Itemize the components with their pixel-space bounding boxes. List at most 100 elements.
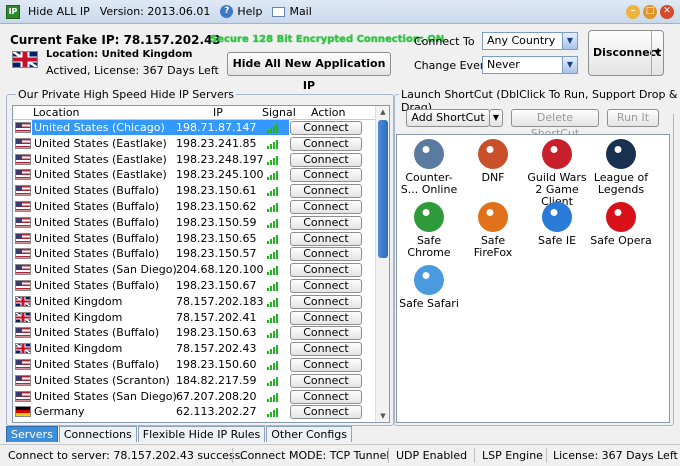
row-location: United States (Buffalo) — [34, 357, 160, 371]
row-location: United States (Buffalo) — [34, 247, 160, 261]
license-text: Actived, License: 367 Days Left — [46, 64, 219, 77]
connect-button[interactable]: Connect — [290, 184, 362, 199]
connect-button[interactable]: Connect — [290, 231, 362, 246]
signal-icon — [267, 186, 281, 197]
shortcut-item[interactable]: DNF — [461, 139, 525, 184]
table-row[interactable]: United States (Buffalo) 198.23.150.61 Conn… — [13, 183, 375, 199]
help-link[interactable]: ? Help — [220, 5, 262, 18]
us-flag-icon — [15, 279, 31, 291]
maximize-button[interactable]: □ — [643, 5, 657, 19]
col-location[interactable]: Location — [33, 106, 80, 119]
delete-shortcut-button[interactable]: Delete ShortCut — [511, 109, 599, 140]
app-title: Hide ALL IP — [28, 5, 90, 18]
shortcut-item[interactable]: Counter-S... Online — [397, 139, 461, 196]
connect-button[interactable]: Connect — [290, 294, 362, 309]
table-row[interactable]: United States (Chicago) 198.71.87.147 Conn… — [13, 120, 375, 136]
table-row[interactable]: United Kingdom 78.157.202.41 Connect — [13, 310, 375, 326]
table-row[interactable]: United States (Buffalo) 198.23.150.63 Conn… — [13, 325, 375, 341]
tab-connections[interactable]: Connections — [58, 426, 137, 442]
col-signal[interactable]: Signal — [262, 106, 296, 119]
chevron-down-icon[interactable]: ▼ — [651, 31, 663, 75]
table-row[interactable]: United States (San Diego) 204.68.120.100 C… — [13, 262, 375, 278]
connect-button[interactable]: Connect — [290, 136, 362, 151]
table-row[interactable]: United States (Scranton) 184.82.217.59 Con… — [13, 373, 375, 389]
col-action[interactable]: Action — [311, 106, 345, 119]
status-bar: Connect to server: 78.157.202.43 success… — [0, 444, 680, 466]
col-ip[interactable]: IP — [213, 106, 223, 119]
shortcut-item[interactable]: Safe Chrome — [397, 202, 461, 259]
shortcut-label: Safe IE — [537, 234, 577, 247]
connect-button[interactable]: Connect — [290, 405, 362, 420]
scroll-down-icon[interactable]: ▼ — [376, 410, 389, 422]
connect-button[interactable]: Connect — [290, 247, 362, 262]
hide-all-app-ip-button[interactable]: Hide All New Application IP — [227, 52, 391, 92]
connect-button[interactable]: Connect — [290, 373, 362, 388]
add-shortcut-dropdown-icon[interactable]: ▼ — [489, 109, 503, 127]
table-row[interactable]: United States (Buffalo) 198.23.150.62 Conn… — [13, 199, 375, 215]
close-button[interactable]: ✕ — [660, 5, 674, 19]
server-scrollbar[interactable]: ▲ ▼ — [375, 106, 389, 422]
shortcut-label: Counter-S... Online — [400, 171, 458, 196]
connect-button[interactable]: Connect — [290, 278, 362, 293]
connect-button[interactable]: Connect — [290, 215, 362, 230]
connect-button[interactable]: Connect — [290, 389, 362, 404]
table-row[interactable]: United States (Buffalo) 198.23.150.65 Conn… — [13, 231, 375, 247]
opera-icon — [606, 202, 636, 232]
row-location: United States (Buffalo) — [34, 215, 160, 229]
table-row[interactable]: United States (Buffalo) 198.23.150.59 Conn… — [13, 215, 375, 231]
shortcut-item[interactable]: Safe Opera — [589, 202, 653, 247]
us-flag-icon — [15, 232, 31, 244]
disconnect-button[interactable]: Disconnect ▼ — [588, 30, 664, 76]
table-row[interactable]: United Kingdom 78.157.202.183 Connect — [13, 294, 375, 310]
run-it-button[interactable]: Run It — [607, 109, 659, 127]
league-icon — [606, 139, 636, 169]
minimize-button[interactable]: – — [626, 5, 640, 19]
connect-button[interactable]: Connect — [290, 263, 362, 278]
connect-button[interactable]: Connect — [290, 121, 362, 135]
table-row[interactable]: United States (Buffalo) 198.23.150.67 Conn… — [13, 278, 375, 294]
table-row[interactable]: Germany 62.113.202.27 Connect — [13, 404, 375, 420]
tab-flexible-hide-ip-rules[interactable]: Flexible Hide IP Rules — [137, 426, 266, 442]
table-row[interactable]: United States (Buffalo) 198.23.150.57 Conn… — [13, 246, 375, 262]
signal-icon — [267, 265, 281, 276]
signal-icon — [267, 328, 281, 339]
connect-button[interactable]: Connect — [290, 357, 362, 372]
uk-flag-icon — [15, 311, 31, 323]
scroll-thumb[interactable] — [378, 120, 388, 258]
safari-icon — [414, 265, 444, 295]
signal-icon — [267, 123, 281, 133]
signal-icon — [267, 202, 281, 212]
connect-button[interactable]: Connect — [290, 326, 362, 341]
table-row[interactable]: United States (Buffalo) 198.23.150.60 Conn… — [13, 357, 375, 373]
tab-servers[interactable]: Servers — [6, 426, 58, 442]
shortcut-label: DNF — [481, 171, 505, 184]
connect-button[interactable]: Connect — [290, 342, 362, 357]
table-row[interactable]: United States (San Diego) 67.207.208.20 Co… — [13, 389, 375, 405]
mail-link[interactable]: Mail — [272, 5, 312, 18]
row-location: United States (Buffalo) — [34, 184, 160, 198]
add-shortcut-button[interactable]: Add ShortCut — [406, 109, 490, 127]
tab-other-configs[interactable]: Other Configs — [266, 426, 353, 442]
shortcut-item[interactable]: Safe IE — [525, 202, 589, 247]
chrome-icon — [414, 202, 444, 232]
change-every-select[interactable]: Never ▼ — [482, 56, 578, 74]
row-location: United States (Eastlake) — [34, 136, 167, 150]
table-row[interactable]: United Kingdom 78.157.202.43 Connect — [13, 341, 375, 357]
help-icon: ? — [220, 5, 234, 18]
table-row[interactable]: United States (Eastlake) 198.23.245.100 Co… — [13, 167, 375, 183]
table-row[interactable]: United States (Eastlake) 198.23.248.197 Co… — [13, 152, 375, 168]
shortcut-item[interactable]: Safe FireFox — [461, 202, 525, 259]
connect-button[interactable]: Connect — [290, 168, 362, 183]
connect-button[interactable]: Connect — [290, 199, 362, 214]
shortcut-item[interactable]: League of Legends — [589, 139, 653, 196]
connect-button[interactable]: Connect — [290, 310, 362, 325]
shortcut-item[interactable]: Safe Safari — [397, 265, 461, 310]
shortcut-item[interactable]: Guild Wars 2 Game Client — [525, 139, 589, 208]
row-location: Germany — [34, 405, 85, 419]
row-location: United States (Chicago) — [32, 120, 190, 135]
scroll-up-icon[interactable]: ▲ — [376, 106, 389, 118]
connect-button[interactable]: Connect — [290, 152, 362, 167]
connect-to-select[interactable]: Any Country ▼ — [482, 32, 578, 50]
table-row[interactable]: United States (Eastlake) 198.23.241.85 Con… — [13, 136, 375, 152]
row-location: United States (Buffalo) — [34, 199, 160, 213]
